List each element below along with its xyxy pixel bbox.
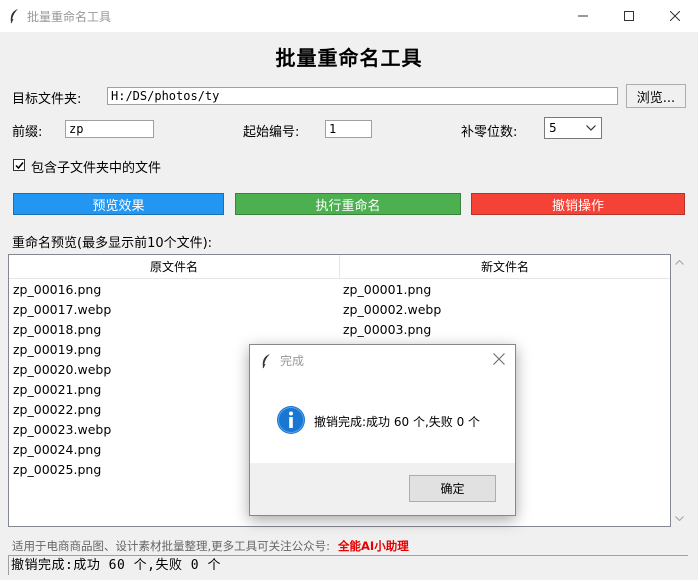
padding-select[interactable]: 5	[544, 117, 602, 139]
table-row[interactable]: zp_00016.png zp_00001.png	[9, 280, 670, 300]
subfolders-label: 包含子文件夹中的文件	[31, 161, 162, 176]
ok-button[interactable]: 确定	[409, 475, 496, 502]
start-number-label: 起始编号:	[243, 125, 300, 140]
dialog-feather-icon	[262, 354, 270, 369]
completion-dialog: 完成 撤销完成:成功 60 个,失败 0 个 确定	[249, 344, 516, 516]
dialog-close-icon[interactable]	[493, 353, 505, 365]
checkmark-icon	[15, 162, 24, 170]
execute-rename-button[interactable]: 执行重命名	[235, 193, 461, 215]
folder-label: 目标文件夹:	[12, 92, 82, 107]
scroll-down-icon[interactable]	[675, 516, 684, 521]
minimize-button[interactable]	[560, 0, 606, 32]
new-filename: zp_00001.png	[343, 282, 432, 297]
prefix-input[interactable]: zp	[65, 120, 154, 138]
vertical-scrollbar[interactable]	[671, 254, 688, 527]
app-feather-icon	[10, 9, 18, 24]
preview-button[interactable]: 预览效果	[13, 193, 224, 215]
original-filename: zp_00017.webp	[13, 302, 112, 317]
window-title: 批量重命名工具	[27, 10, 112, 24]
prefix-label: 前缀:	[12, 125, 43, 140]
page-title: 批量重命名工具	[275, 46, 423, 70]
title-bar: 批量重命名工具	[0, 0, 698, 32]
original-filename: zp_00020.webp	[13, 362, 112, 377]
padding-value: 5	[549, 121, 557, 135]
close-icon	[670, 11, 680, 21]
dialog-title: 完成	[280, 354, 305, 368]
folder-input[interactable]: H:/DS/photos/ty	[107, 87, 618, 105]
new-filename: zp_00003.png	[343, 322, 432, 337]
undo-button[interactable]: 撤销操作	[471, 193, 685, 215]
column-header-new[interactable]: 新文件名	[340, 255, 670, 279]
close-button[interactable]	[652, 0, 698, 32]
table-header: 原文件名 新文件名	[9, 255, 670, 279]
dialog-body: 撤销完成:成功 60 个,失败 0 个	[250, 375, 515, 463]
column-header-original[interactable]: 原文件名	[9, 255, 339, 279]
padding-label: 补零位数:	[461, 125, 518, 140]
start-number-input[interactable]: 1	[325, 120, 372, 138]
original-filename: zp_00021.png	[13, 382, 102, 397]
minimize-icon	[578, 15, 588, 17]
preview-title: 重命名预览(最多显示前10个文件):	[12, 236, 213, 251]
info-icon	[277, 406, 305, 434]
status-bar: 撤销完成:成功 60 个,失败 0 个	[8, 555, 688, 575]
table-row[interactable]: zp_00018.png zp_00003.png	[9, 320, 670, 340]
maximize-icon	[624, 11, 634, 21]
original-filename: zp_00019.png	[13, 342, 102, 357]
dialog-message: 撤销完成:成功 60 个,失败 0 个	[314, 415, 481, 429]
original-filename: zp_00022.png	[13, 402, 102, 417]
browse-button[interactable]: 浏览...	[626, 84, 686, 108]
original-filename: zp_00016.png	[13, 282, 102, 297]
table-row[interactable]: zp_00017.webp zp_00002.webp	[9, 300, 670, 320]
dialog-title-bar: 完成	[250, 345, 515, 375]
maximize-button[interactable]	[606, 0, 652, 32]
original-filename: zp_00024.png	[13, 442, 102, 457]
footnote-text: 适用于电商商品图、设计素材批量整理,更多工具可关注公众号:	[12, 539, 331, 553]
scroll-up-icon[interactable]	[675, 260, 684, 265]
footnote: 适用于电商商品图、设计素材批量整理,更多工具可关注公众号: 全能AI小助理	[12, 538, 409, 554]
original-filename: zp_00023.webp	[13, 422, 112, 437]
chevron-down-icon	[586, 125, 596, 131]
original-filename: zp_00025.png	[13, 462, 102, 477]
footnote-highlight: 全能AI小助理	[338, 539, 409, 553]
subfolders-checkbox[interactable]	[13, 159, 25, 171]
original-filename: zp_00018.png	[13, 322, 102, 337]
new-filename: zp_00002.webp	[343, 302, 442, 317]
